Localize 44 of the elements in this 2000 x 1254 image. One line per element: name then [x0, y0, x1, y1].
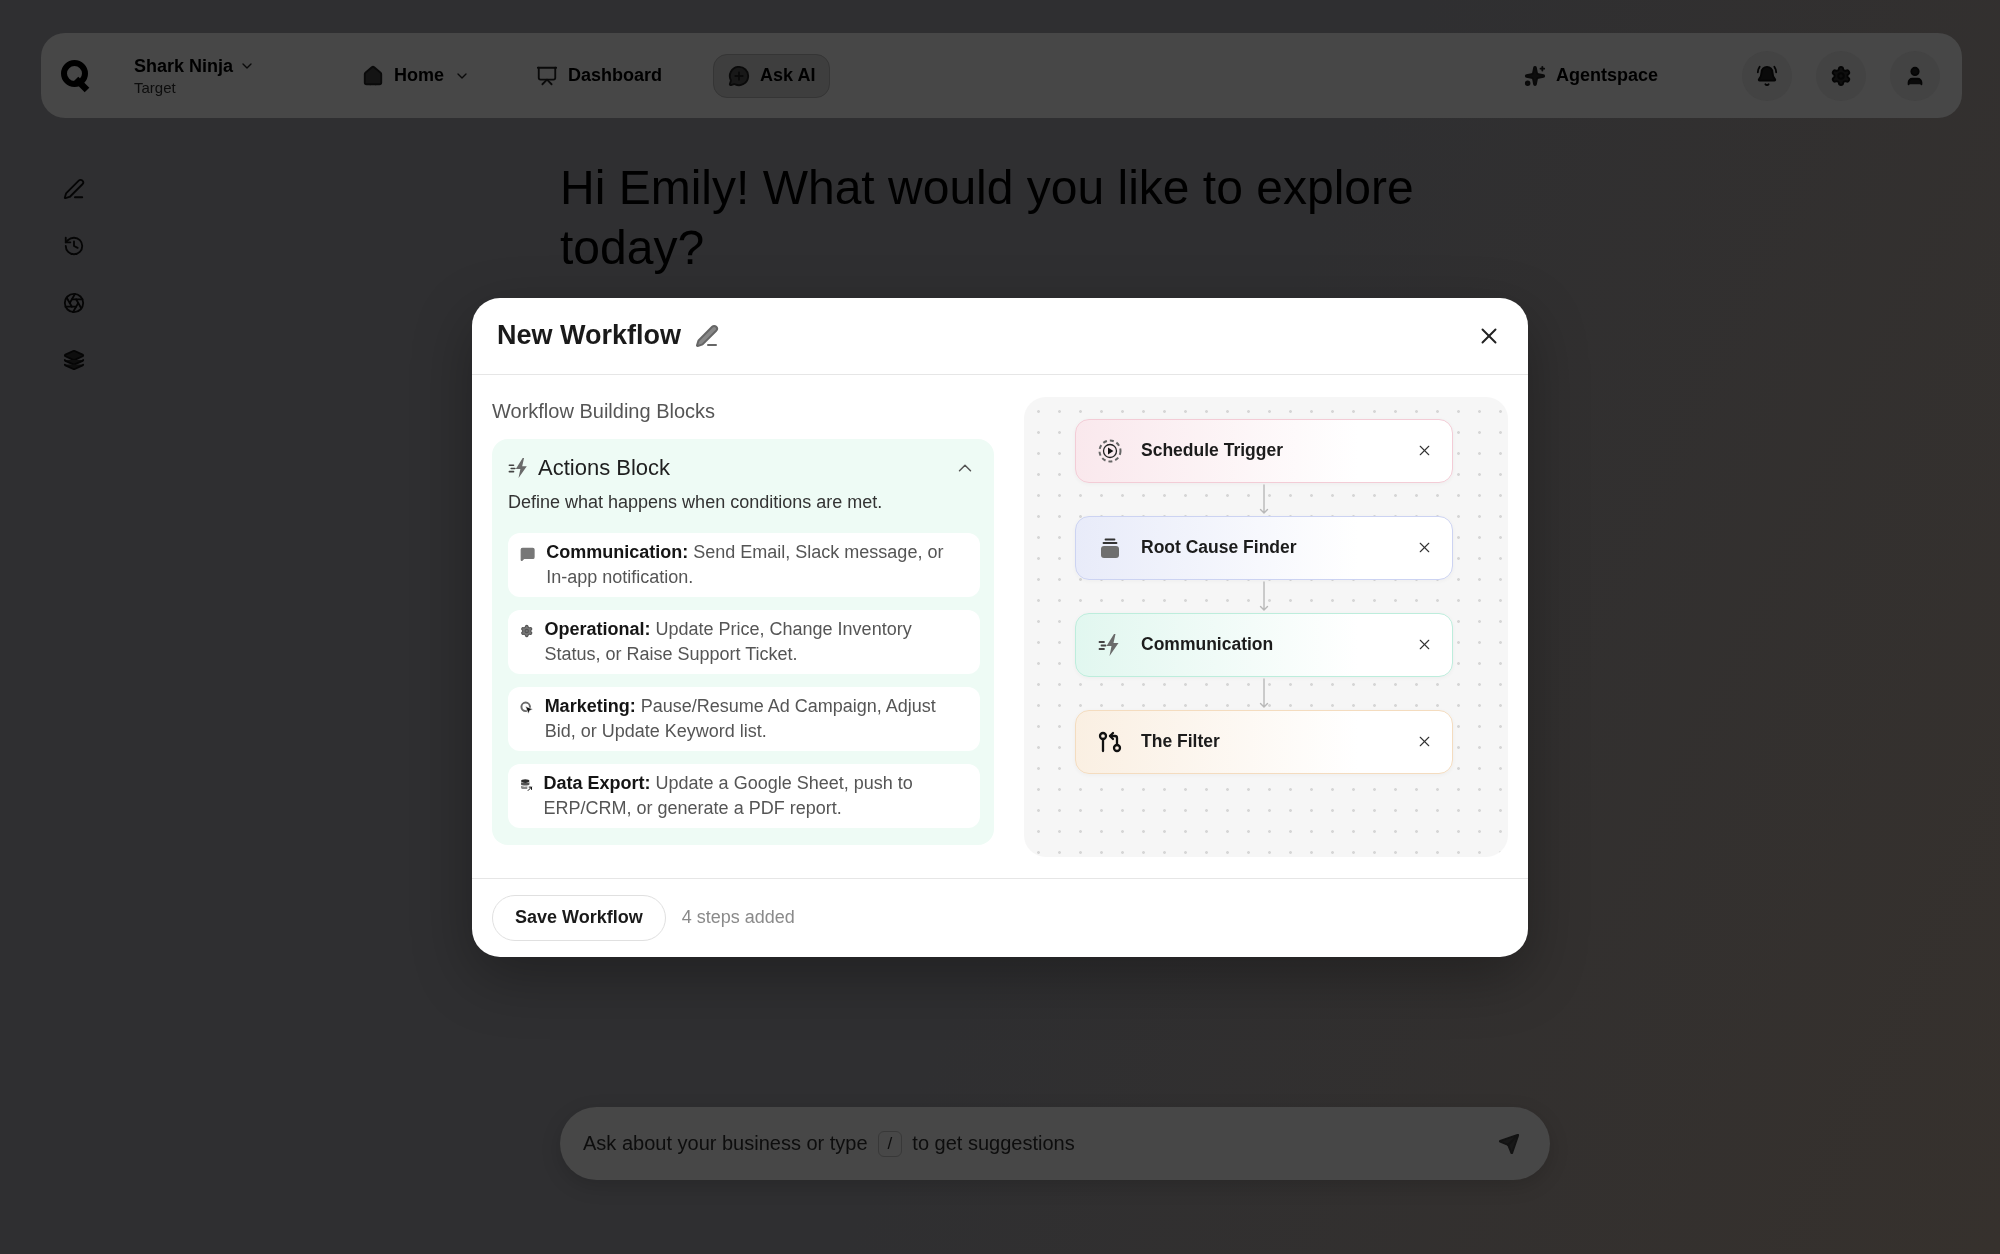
placeholder-text: to get suggestions — [912, 1132, 1075, 1155]
settings-icon — [1830, 64, 1852, 87]
arrow-connector — [1258, 676, 1270, 710]
chat-plus-icon — [728, 64, 751, 87]
modal-title: New Workflow — [497, 320, 682, 351]
lightning-icon — [508, 456, 530, 479]
action-item[interactable]: Data Export: Update a Google Sheet, push to ERP/CRM, or generate a PDF report. — [508, 763, 980, 828]
home-icon — [362, 64, 385, 87]
block-description: Define what happens when conditions are met. — [508, 490, 884, 514]
sparkles-icon — [1523, 64, 1546, 87]
bell-icon — [1756, 64, 1778, 87]
layers-icon[interactable] — [63, 349, 85, 371]
action-description: Marketing: Pause/Resume Ad Campaign, Adjust Bid, or Update Keyword list. — [544, 694, 937, 743]
history-icon[interactable] — [63, 235, 85, 257]
workflow-step[interactable]: The Filter — [1075, 709, 1453, 774]
block-title[interactable]: Actions Block — [538, 454, 671, 481]
workflow-step[interactable]: Root Cause Finder — [1075, 515, 1453, 580]
section-title: Workflow Building Blocks — [492, 398, 717, 423]
save-workflow-button[interactable]: Save Workflow — [492, 894, 666, 941]
steps-status: 4 steps added — [681, 907, 795, 928]
action-item[interactable]: Communication: Send Email, Slack message, or In-app notification. — [508, 532, 980, 597]
shortcut-key: / — [877, 1130, 903, 1157]
placeholder-text: Ask about your business or type — [583, 1132, 868, 1155]
send-icon[interactable] — [1498, 1132, 1520, 1155]
workspace-subtitle: Target — [134, 78, 177, 96]
step-title: Communication — [1141, 634, 1274, 655]
workflow-step[interactable]: Schedule Trigger — [1075, 418, 1453, 483]
step-title: The Filter — [1141, 731, 1220, 752]
edit-icon[interactable] — [695, 323, 720, 348]
action-description: Data Export: Update a Google Sheet, push to ERP/CRM, or generate a PDF report. — [543, 771, 914, 820]
logo-icon[interactable] — [60, 58, 92, 93]
action-item[interactable]: Operational: Update Price, Change Inventory Status, or Raise Support Ticket. — [508, 609, 980, 674]
arrow-connector — [1258, 482, 1270, 516]
action-description: Operational: Update Price, Change Inventory Status, or Raise Support Ticket. — [544, 617, 913, 666]
action-description: Communication: Send Email, Slack message, or In-app notification. — [546, 540, 945, 589]
aperture-icon[interactable] — [63, 292, 85, 314]
play-circle-icon — [1098, 438, 1122, 463]
presentation-icon — [536, 64, 559, 87]
step-title: Schedule Trigger — [1141, 440, 1283, 461]
action-item[interactable]: Marketing: Pause/Resume Ad Campaign, Adjust Bid, or Update Keyword list. — [508, 686, 980, 751]
arrow-connector — [1258, 579, 1270, 613]
workflow-step[interactable]: Communication — [1075, 612, 1453, 677]
branch-arrow-icon — [1098, 729, 1122, 754]
step-title: Root Cause Finder — [1141, 537, 1297, 558]
